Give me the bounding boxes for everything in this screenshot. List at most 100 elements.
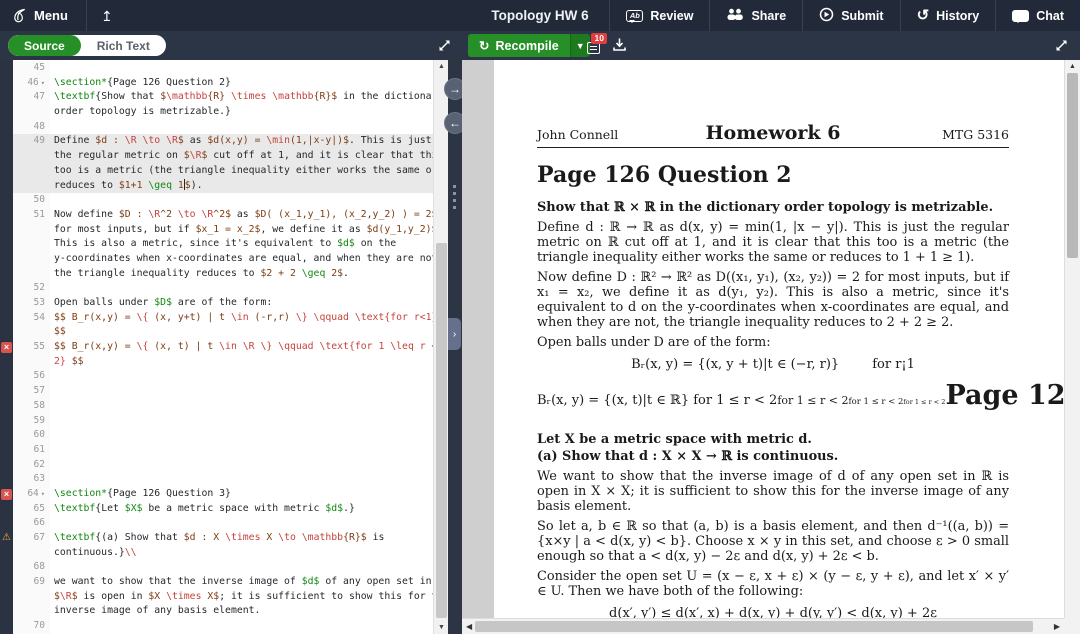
code-text[interactable]: This is also a metric, since it's equiva… <box>50 237 434 252</box>
pdf-hscrollbar-thumb[interactable] <box>475 621 1033 632</box>
code-text[interactable] <box>50 414 434 429</box>
code-text[interactable] <box>50 369 434 384</box>
pdf-equation-part: for 1 ≤ r < 2 <box>689 393 777 408</box>
gutter-spacer <box>0 90 13 105</box>
pdf-vertical-scrollbar[interactable]: ▲ ▼ <box>1064 60 1080 634</box>
code-text[interactable] <box>50 516 434 531</box>
download-pdf-button[interactable] <box>612 37 628 53</box>
code-text[interactable] <box>50 560 434 575</box>
gutter-marker[interactable]: × <box>0 487 13 502</box>
gutter-spacer <box>0 458 13 473</box>
code-text[interactable] <box>50 193 434 208</box>
fold-caret-icon[interactable]: ▾ <box>41 490 45 498</box>
code-text[interactable] <box>50 399 434 414</box>
pdf-horizontal-scrollbar[interactable]: ◀ ▶ <box>462 618 1064 634</box>
code-text[interactable] <box>50 61 434 76</box>
code-text[interactable]: $$ <box>50 325 434 340</box>
code-text[interactable] <box>50 472 434 487</box>
code-text[interactable]: 2} $$ <box>50 355 434 370</box>
pdf-vscrollbar-thumb[interactable] <box>1067 73 1078 258</box>
line-number: 62 <box>13 458 50 473</box>
error-marker-icon[interactable]: × <box>1 489 12 500</box>
code-text[interactable] <box>50 281 434 296</box>
code-text[interactable] <box>50 443 434 458</box>
code-text[interactable]: order topology is metrizable.} <box>50 105 434 120</box>
code-text[interactable]: for most inputs, but if $x_1 = x_2$, we … <box>50 223 434 238</box>
review-button[interactable]: Ab Review <box>609 0 709 31</box>
up-arrow-button[interactable]: ↥ <box>87 0 127 31</box>
recompile-button[interactable]: ↻ Recompile <box>468 34 570 57</box>
error-count-badge: 10 <box>591 33 607 44</box>
divider-collapse-tab[interactable]: › <box>448 318 461 350</box>
rich-text-mode-button[interactable]: Rich Text <box>81 35 166 56</box>
editor-row: for most inputs, but if $x_1 = x_2$, we … <box>0 223 434 238</box>
code-text[interactable] <box>50 120 434 135</box>
pdf-paragraph: (a) Show that d : X × X → ℝ is continuou… <box>537 449 1009 464</box>
code-text[interactable]: Define $d : \R \to \R$ as $d(x,y) = \min… <box>50 134 434 149</box>
logs-button[interactable]: 10 <box>585 36 607 56</box>
editor-row: 48 <box>0 120 434 135</box>
gutter-spacer <box>0 325 13 340</box>
editor-scrollbar-thumb[interactable] <box>436 243 447 618</box>
editor-row: the triangle inequality reduces to $2 + … <box>0 267 434 282</box>
code-text[interactable]: \section*{Page 126 Question 3} <box>50 487 434 502</box>
scroll-down-icon[interactable]: ▼ <box>434 624 448 631</box>
code-text[interactable]: $$ B_r(x,y) = \{ (x, t) | t \in \R \} \q… <box>50 340 434 355</box>
history-button[interactable]: ↺ History <box>900 0 996 31</box>
top-header-bar: Topology HW 6 Menu ↥ Ab Review Share Sub… <box>0 0 1080 31</box>
code-text[interactable] <box>50 619 434 634</box>
code-text[interactable]: we want to show that the inverse image o… <box>50 575 434 590</box>
warning-marker-icon[interactable]: ⚠ <box>2 533 11 543</box>
code-text[interactable] <box>50 458 434 473</box>
pdf-doc-title: Homework 6 <box>706 122 841 144</box>
gutter-marker[interactable]: × <box>0 340 13 355</box>
code-text[interactable]: \section*{Page 126 Question 2} <box>50 76 434 91</box>
line-number <box>13 105 50 120</box>
scroll-up-icon[interactable]: ▲ <box>1065 63 1080 70</box>
code-text[interactable] <box>50 384 434 399</box>
code-text[interactable]: y-coordinates when x-coordinates are equ… <box>50 252 434 267</box>
pdf-fullscreen-button[interactable] <box>1054 38 1070 54</box>
code-text[interactable]: continuous.}\\ <box>50 546 434 561</box>
chat-button[interactable]: Chat <box>995 0 1080 31</box>
error-marker-icon[interactable]: × <box>1 342 12 353</box>
gutter-spacer <box>0 604 13 619</box>
share-button[interactable]: Share <box>709 0 802 31</box>
code-text[interactable]: \textbf{Show that $\mathbb{R} \times \ma… <box>50 90 434 105</box>
code-text[interactable]: the regular metric on $\R$ cut off at 1,… <box>50 149 434 164</box>
editor-row: inverse image of any basis element. <box>0 604 434 619</box>
pane-divider[interactable]: → ← › <box>448 60 462 634</box>
line-number: 50 <box>13 193 50 208</box>
code-text[interactable]: the triangle inequality reduces to $2 + … <box>50 267 434 282</box>
editor-scrollbar[interactable]: ▲ ▼ <box>433 60 448 634</box>
scroll-up-icon[interactable]: ▲ <box>434 63 448 70</box>
code-text[interactable]: \textbf{(a) Show that $d : X \times X \t… <box>50 531 434 546</box>
submit-button[interactable]: Submit <box>802 0 899 31</box>
gutter-spacer <box>0 472 13 487</box>
code-text[interactable]: too is a metric (the triangle inequality… <box>50 164 434 179</box>
code-text[interactable]: Open balls under $D$ are of the form: <box>50 296 434 311</box>
code-text[interactable]: Now define $D : \R^2 \to \R^2$ as $D( (x… <box>50 208 434 223</box>
code-text[interactable]: $$ B_r(x,y) = \{ (x, y+t) | t \in (-r,r)… <box>50 311 434 326</box>
editor-fullscreen-button[interactable] <box>437 38 453 54</box>
scroll-left-icon[interactable]: ◀ <box>466 622 472 631</box>
gutter-spacer <box>0 61 13 76</box>
code-text[interactable]: $\R$ is open in $X \times X$; it is suff… <box>50 590 434 605</box>
gutter-spacer <box>0 369 13 384</box>
line-number: 60 <box>13 428 50 443</box>
menu-button[interactable]: Menu <box>0 0 87 31</box>
scroll-right-icon[interactable]: ▶ <box>1054 622 1060 631</box>
editor-row: 46▾\section*{Page 126 Question 2} <box>0 76 434 91</box>
editor-row: reduces to $1+1 \geq 1$). <box>0 179 434 194</box>
divider-drag-handle[interactable] <box>453 185 456 209</box>
code-text[interactable]: reduces to $1+1 \geq 1$). <box>50 179 434 194</box>
code-text[interactable]: \textbf{Let $X$ be a metric space with m… <box>50 502 434 517</box>
fold-caret-icon[interactable]: ▾ <box>41 79 45 87</box>
source-mode-button[interactable]: Source <box>8 35 81 56</box>
line-number: 46▾ <box>13 76 50 91</box>
editor-lines: 4546▾\section*{Page 126 Question 2}47\te… <box>0 61 434 634</box>
pdf-equation-part: for 1 ≤ r < 2 <box>848 397 903 407</box>
gutter-marker[interactable]: ⚠ <box>0 531 13 546</box>
code-text[interactable]: inverse image of any basis element. <box>50 604 434 619</box>
code-text[interactable] <box>50 428 434 443</box>
